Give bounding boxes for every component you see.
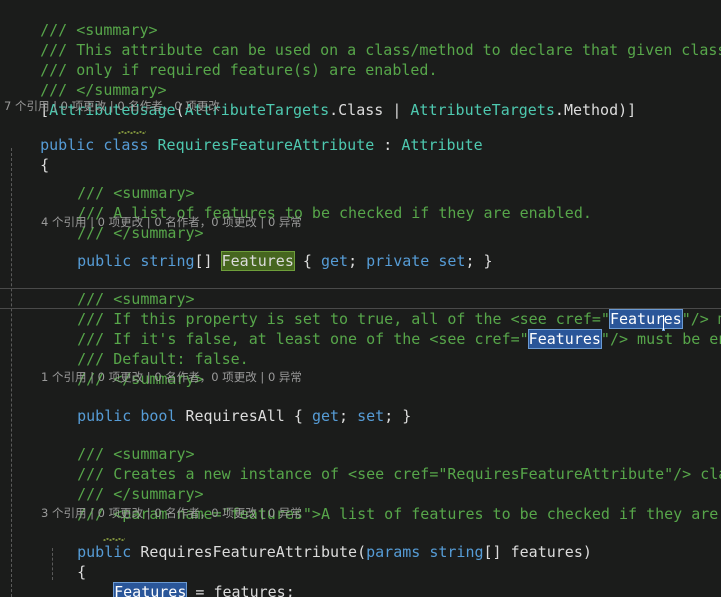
- semicolon: ;: [384, 407, 403, 425]
- code-editor[interactable]: /// <summary> /// This attribute can be …: [0, 0, 721, 597]
- keyword-set: set: [429, 252, 466, 270]
- keyword-string: string: [140, 252, 195, 270]
- code-line-class-decl: public class RequiresFeatureAttribute : …: [4, 115, 483, 154]
- code-line: /// Default: false.: [41, 329, 249, 368]
- code-line: /// This attribute can be used on a clas…: [4, 20, 721, 59]
- codelens-features-property[interactable]: 4 个引用 | 0 项更改 | 0 名作者，0 项更改 | 0 异常: [41, 213, 302, 231]
- code-line: /// </summary>: [4, 60, 166, 99]
- code-line-property-features: public string[] Features { get; private …: [41, 231, 493, 271]
- class-name: RequiresFeatureAttribute: [157, 136, 375, 154]
- code-line-brace: }: [41, 582, 86, 597]
- constructor-name: RequiresFeatureAttribute: [140, 543, 358, 561]
- code-line: /// <summary>: [41, 163, 194, 202]
- code-line: /// A list of features to be checked if …: [41, 183, 592, 222]
- codelens-constructor[interactable]: 3 个引用 | 0 项更改 | 0 名作者，0 项更改 | 0 异常: [41, 504, 302, 522]
- semicolon: ;: [465, 252, 484, 270]
- code-line: /// <summary>: [41, 269, 194, 308]
- dot: .: [554, 101, 564, 119]
- code-line: /// </summary>: [41, 464, 203, 503]
- close-brace: }: [483, 252, 493, 270]
- array-brackets: []: [483, 543, 511, 561]
- code-line: /// only if required feature(s) are enab…: [4, 40, 437, 79]
- reference-highlight-features[interactable]: Features: [220, 251, 295, 271]
- indent-guide: [11, 148, 12, 597]
- code-line: /// <summary>: [4, 0, 157, 39]
- semicolon: ;: [348, 252, 367, 270]
- keyword-public: public: [77, 407, 132, 425]
- keyword-bool: bool: [140, 407, 177, 425]
- enum-member: Method: [563, 101, 619, 119]
- keyword-params: params: [366, 543, 421, 561]
- keyword-get: get: [311, 407, 340, 425]
- code-line-brace: {: [41, 542, 86, 581]
- code-line: /// </summary>: [41, 349, 203, 388]
- close-bracket: )]: [618, 101, 637, 119]
- codelens-class[interactable]: 7 个引用 | 0 项更改 | 0 名作者，0 项更改: [4, 97, 220, 115]
- code-line-assignment: Features = features;: [78, 562, 295, 597]
- selected-text-features[interactable]: Features: [527, 329, 602, 349]
- code-line: /// <param name="features">A list of fea…: [41, 484, 721, 523]
- accessor-open: {: [284, 407, 312, 425]
- suggestion-squiggle-icon: [118, 131, 146, 134]
- assignment-expression: = features;: [186, 583, 295, 597]
- code-line: /// If it's false, at least one of the <…: [41, 309, 721, 349]
- selected-text-features[interactable]: Features: [113, 582, 188, 597]
- code-line: /// <summary>: [41, 424, 194, 463]
- suggestion-squiggle-icon: [103, 538, 125, 541]
- property-name: RequiresAll: [185, 407, 285, 425]
- keyword-get: get: [320, 252, 349, 270]
- paren: (: [357, 543, 367, 561]
- code-line: /// Creates a new instance of <see cref=…: [41, 444, 721, 483]
- close-brace: }: [402, 407, 412, 425]
- array-brackets: []: [194, 252, 222, 270]
- base-type: Attribute: [401, 136, 483, 154]
- keyword-string: string: [429, 543, 484, 561]
- paren: ): [582, 543, 592, 561]
- codelens-requiresall-property[interactable]: 1 个引用 | 0 项更改 | 0 名作者，0 项更改 | 0 异常: [41, 368, 302, 386]
- code-line-property-requiresall: public bool RequiresAll { get; set; }: [41, 386, 411, 425]
- keyword-set: set: [357, 407, 385, 425]
- semicolon: ;: [339, 407, 358, 425]
- code-line-current: /// If this property is set to true, all…: [41, 289, 721, 330]
- keyword-public: public: [77, 252, 132, 270]
- keyword-private: private: [366, 252, 430, 270]
- code-line-brace: {: [4, 135, 49, 174]
- keyword-class: class: [103, 136, 149, 154]
- doc-comment-suffix: "/> must be enable: [600, 330, 721, 348]
- parameter-name: features: [510, 543, 583, 561]
- colon: :: [374, 136, 402, 154]
- accessor-open: {: [293, 252, 321, 270]
